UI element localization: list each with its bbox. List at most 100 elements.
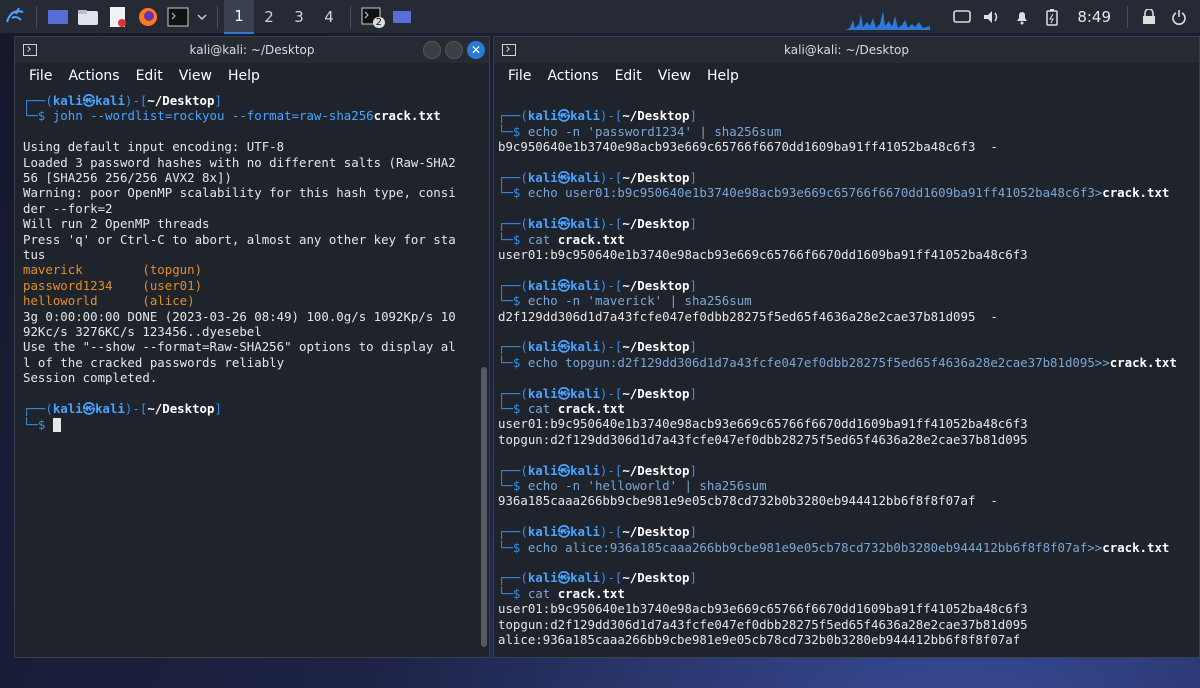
taskbar-window-icon[interactable] bbox=[389, 4, 415, 30]
prompt-at: ㉿ bbox=[557, 216, 571, 232]
maximize-button[interactable] bbox=[445, 41, 463, 59]
prompt-host: kali bbox=[570, 277, 600, 293]
output-line: Loaded 3 password hashes with no differe… bbox=[23, 154, 456, 170]
command-file: crack.txt bbox=[373, 108, 441, 124]
firefox-icon[interactable] bbox=[135, 4, 161, 30]
command-text: echo -n 'helloworld' | sha256sum bbox=[527, 478, 767, 494]
right-terminal-output[interactable]: ┌──(kali㉿kali)-[~/Desktop] └─$ echo -n 'p… bbox=[494, 89, 1199, 655]
prompt-user: kali bbox=[527, 170, 558, 185]
terminal-line: └─$ john --wordlist=rockyou --format=raw… bbox=[23, 108, 489, 123]
terminal-line: user01:b9c950640e1b3740e98acb93e669c6576… bbox=[498, 247, 1199, 262]
command-file: crack.txt bbox=[557, 585, 625, 601]
terminal-line: ┌──(kali㉿kali)-[~/Desktop] bbox=[23, 93, 489, 108]
file-manager-icon[interactable] bbox=[75, 4, 101, 30]
prompt-arrow: └─$ bbox=[23, 108, 53, 124]
menu-help[interactable]: Help bbox=[707, 68, 739, 84]
prompt-frame: ] bbox=[689, 339, 697, 355]
terminal-line: ┌──(kali㉿kali)-[~/Desktop] bbox=[498, 386, 1199, 401]
prompt-dir: ~/Desktop bbox=[622, 570, 690, 586]
prompt-at: ㉿ bbox=[557, 170, 571, 185]
output-line: tus bbox=[23, 247, 46, 263]
terminal-line: helloworld (alice) bbox=[23, 293, 489, 308]
workspace-3[interactable]: 3 bbox=[284, 0, 314, 34]
terminal-line: tus bbox=[23, 247, 489, 262]
prompt-frame: )-[ bbox=[599, 339, 623, 355]
terminal-line: 936a185caaa266bb9cbe981e9e05cb78cd732b0b… bbox=[498, 493, 1199, 508]
prompt-arrow: └─$ bbox=[498, 539, 528, 555]
text-editor-icon[interactable] bbox=[105, 4, 131, 30]
prompt-frame: ] bbox=[214, 401, 222, 417]
terminal-launcher-icon[interactable] bbox=[165, 4, 191, 30]
display-icon[interactable] bbox=[949, 4, 975, 30]
output-line: topgun:d2f129dd306d1d7a43fcfe047ef0dbb28… bbox=[498, 431, 1028, 447]
terminal-line: └─$ cat crack.txt bbox=[498, 586, 1199, 601]
close-button[interactable]: ✕ bbox=[467, 41, 485, 59]
show-desktop-icon[interactable] bbox=[45, 4, 71, 30]
workspace-2[interactable]: 2 bbox=[254, 0, 284, 34]
prompt-frame: ┌──( bbox=[23, 401, 53, 417]
left-terminal-output[interactable]: ┌──(kali㉿kali)-[~/Desktop] └─$ john --wor… bbox=[15, 89, 489, 655]
prompt-host: kali bbox=[570, 462, 600, 478]
command-text: john --wordlist=rockyou --format=raw-sha… bbox=[52, 108, 374, 124]
prompt-frame: )-[ bbox=[599, 216, 623, 232]
command-text: cat bbox=[527, 401, 558, 417]
menu-view[interactable]: View bbox=[658, 68, 691, 84]
terminal-line: ┌──(kali㉿kali)-[~/Desktop] bbox=[498, 170, 1199, 185]
left-title-bar[interactable]: kali@kali: ~/Desktop ✕ bbox=[15, 37, 489, 63]
taskbar-terminal-icon[interactable]: 2 bbox=[359, 4, 385, 30]
left-terminal-window[interactable]: kali@kali: ~/Desktop ✕ File Actions Edit… bbox=[14, 36, 490, 658]
terminal-line: l of the cracked passwords reliably bbox=[23, 355, 489, 370]
workspace-4[interactable]: 4 bbox=[314, 0, 344, 34]
prompt-frame: )-[ bbox=[599, 462, 623, 478]
prompt-frame: ] bbox=[214, 93, 222, 108]
output-line: l of the cracked passwords reliably bbox=[23, 354, 285, 370]
left-scrollbar[interactable] bbox=[481, 367, 487, 647]
notification-bell-icon[interactable] bbox=[1009, 4, 1035, 30]
prompt-frame: ] bbox=[689, 216, 697, 232]
menu-actions[interactable]: Actions bbox=[68, 68, 119, 84]
menu-file[interactable]: File bbox=[29, 68, 52, 84]
terminal-line: ┌──(kali㉿kali)-[~/Desktop] bbox=[23, 401, 489, 416]
command-text: echo -n 'maverick' | sha256sum bbox=[527, 293, 752, 309]
command-text: cat bbox=[527, 231, 558, 247]
prompt-dir: ~/Desktop bbox=[622, 277, 690, 293]
minimize-button[interactable] bbox=[423, 41, 441, 59]
terminal-line: └─$ echo user01:b9c950640e1b3740e98acb93… bbox=[498, 185, 1199, 200]
prompt-at: ㉿ bbox=[82, 93, 96, 108]
right-title-bar[interactable]: kali@kali: ~/Desktop bbox=[494, 37, 1199, 63]
terminal-line: 56 [SHA256 256/256 AVX2 8x]) bbox=[23, 170, 489, 185]
prompt-arrow: └─$ bbox=[498, 231, 528, 247]
prompt-frame: )-[ bbox=[599, 170, 623, 185]
output-line: user01:b9c950640e1b3740e98acb93e669c6576… bbox=[498, 247, 1028, 263]
chevron-down-icon[interactable] bbox=[195, 4, 209, 30]
menu-actions[interactable]: Actions bbox=[547, 68, 598, 84]
lock-icon[interactable] bbox=[1136, 4, 1162, 30]
volume-icon[interactable] bbox=[979, 4, 1005, 30]
prompt-at: ㉿ bbox=[557, 339, 571, 355]
command-file: crack.txt bbox=[1102, 185, 1170, 201]
prompt-arrow: └─$ bbox=[498, 185, 528, 201]
clock[interactable]: 8:49 bbox=[1077, 8, 1111, 26]
menu-view[interactable]: View bbox=[179, 68, 212, 84]
menu-help[interactable]: Help bbox=[228, 68, 260, 84]
left-menu-bar: File Actions Edit View Help bbox=[15, 63, 489, 89]
menu-edit[interactable]: Edit bbox=[136, 68, 163, 84]
taskbar-badge: 2 bbox=[372, 16, 385, 28]
prompt-user: kali bbox=[527, 385, 558, 401]
menu-file[interactable]: File bbox=[508, 68, 531, 84]
prompt-host: kali bbox=[95, 401, 125, 417]
kali-menu-icon[interactable] bbox=[2, 4, 28, 30]
right-terminal-window[interactable]: kali@kali: ~/Desktop File Actions Edit V… bbox=[493, 36, 1200, 658]
power-icon[interactable] bbox=[1166, 4, 1192, 30]
output-line: user01:b9c950640e1b3740e98acb93e669c6576… bbox=[498, 416, 1028, 432]
battery-icon[interactable] bbox=[1039, 4, 1065, 30]
menu-edit[interactable]: Edit bbox=[615, 68, 642, 84]
command-text: echo -n 'password1234' | sha256sum bbox=[527, 123, 782, 139]
text-cursor bbox=[52, 418, 61, 432]
prompt-dir: ~/Desktop bbox=[147, 93, 215, 108]
workspace-1[interactable]: 1 bbox=[224, 0, 254, 34]
prompt-frame: ┌──( bbox=[498, 462, 528, 478]
